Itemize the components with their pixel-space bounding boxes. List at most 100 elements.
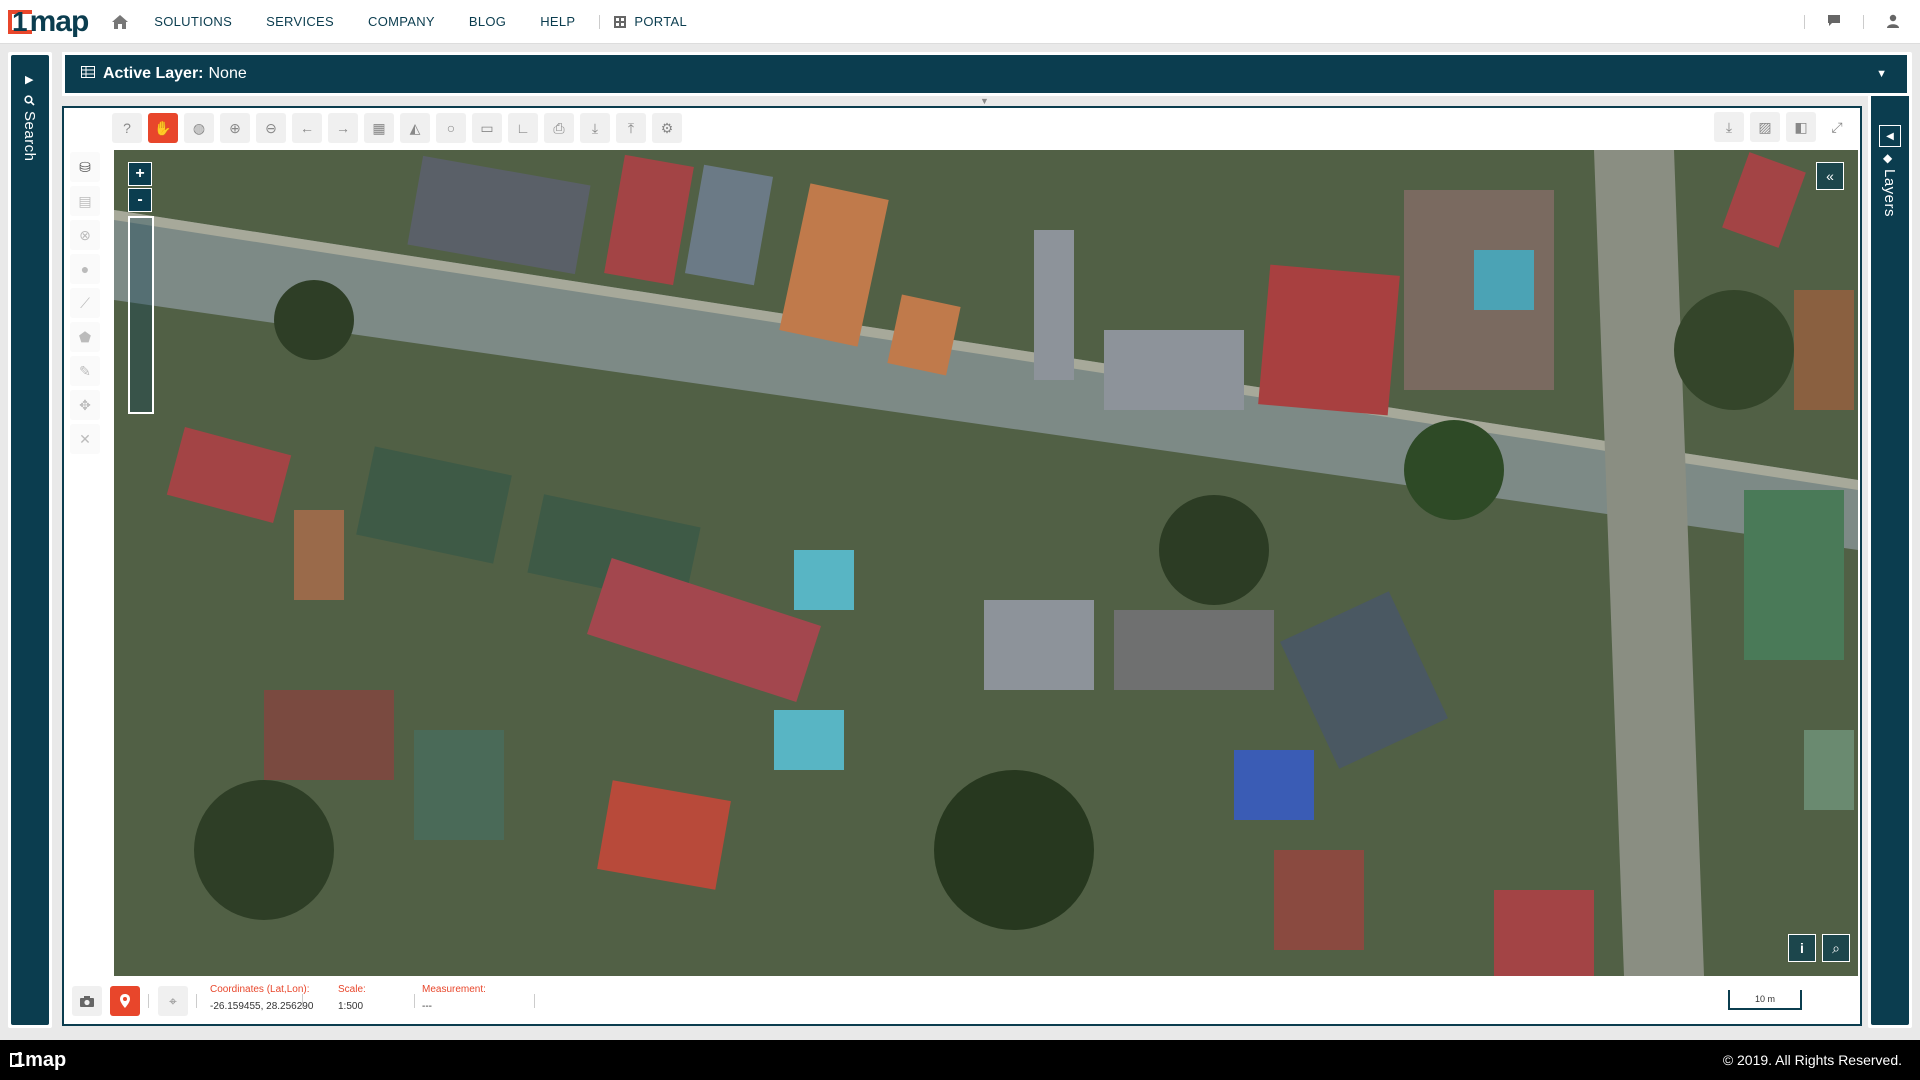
aerial-map[interactable]: + - « i ⌕ — [114, 150, 1858, 976]
scale-value: 1:500 — [338, 1001, 364, 1012]
chat-icon[interactable] — [1827, 14, 1841, 30]
edit-pencil-icon[interactable]: ✎ — [70, 356, 100, 386]
pan-hand-icon[interactable]: ✋ — [148, 113, 178, 143]
zoom-slider[interactable] — [128, 216, 154, 414]
grid-icon[interactable]: ▦ — [364, 113, 394, 143]
draw-polygon-icon[interactable]: ⬟ — [70, 322, 100, 352]
layers-icon: ◆ — [1883, 151, 1893, 165]
download-icon[interactable]: ⤓ — [580, 113, 610, 143]
collapse-arrow-icon[interactable]: ◀ — [1879, 125, 1901, 147]
print-icon[interactable]: ⎙ — [544, 113, 574, 143]
top-navigation: 1 map SOLUTIONS SERVICES COMPANY BLOG HE… — [0, 0, 1920, 44]
search-icon — [24, 93, 35, 111]
logo-number: 1 — [12, 5, 28, 37]
map-icon[interactable]: ▤ — [70, 186, 100, 216]
status-bar: ⌖ Coordinates (Lat,Lon): -26.159455, 28.… — [64, 978, 1860, 1024]
binoculars-icon[interactable]: ⛁ — [70, 152, 100, 182]
scale-bar: 10 m — [1728, 990, 1802, 1010]
split-view-icon[interactable]: ◧ — [1786, 112, 1816, 142]
logo[interactable]: 1 map — [8, 0, 90, 44]
user-area — [1804, 0, 1900, 44]
home-icon[interactable] — [110, 12, 130, 32]
measurement-value: --- — [422, 1001, 432, 1012]
coordinates-label: Coordinates (Lat,Lon): — [210, 984, 310, 995]
back-icon[interactable]: ← — [292, 113, 322, 143]
nav-portal[interactable]: PORTAL — [614, 14, 687, 29]
copyright-text: © 2019. All Rights Reserved. — [1722, 1052, 1902, 1068]
logo-text: map — [29, 4, 90, 38]
footer-logo-text: 1map — [14, 1048, 67, 1071]
active-layer-bar[interactable]: Active Layer: None ▼ — [62, 52, 1910, 96]
dropdown-arrow-icon[interactable]: ▼ — [1876, 68, 1887, 80]
map-frame: ? ✋ ◍ ⊕ ⊖ ← → ▦ ◭ ○ ▭ ∟ ⎙ ⤓ ⤒ ⚙ ⤓ ▨ ◧ ⤢ … — [62, 106, 1862, 1026]
upload-icon[interactable]: ⤒ — [616, 113, 646, 143]
zoom-out-button[interactable]: - — [128, 188, 152, 212]
active-layer-prefix: Active Layer: — [103, 65, 204, 82]
attach-icon[interactable]: ⌕ — [1822, 934, 1850, 962]
zoom-in-button[interactable]: + — [128, 162, 152, 186]
divider — [196, 994, 197, 1008]
download-icon[interactable]: ⤓ — [1714, 112, 1744, 142]
layers-panel-body: ◀ ◆ Layers — [1871, 55, 1909, 1025]
scale-readout: Scale: 1:500 — [338, 984, 366, 1012]
expand-arrow-icon[interactable]: ▶ — [25, 73, 33, 86]
camera-icon[interactable] — [72, 986, 102, 1016]
nav-help[interactable]: HELP — [540, 14, 575, 29]
divider — [302, 994, 303, 1008]
layers-label[interactable]: Layers — [1881, 169, 1898, 217]
location-pin-icon[interactable] — [110, 986, 140, 1016]
clear-icon[interactable]: ⊗ — [70, 220, 100, 250]
help-icon[interactable]: ? — [112, 113, 142, 143]
nav-solutions[interactable]: SOLUTIONS — [154, 14, 232, 29]
aerial-imagery — [114, 150, 1858, 976]
collapse-handle-icon[interactable]: ▼ — [980, 96, 989, 106]
zoom-out-icon[interactable]: ⊖ — [256, 113, 286, 143]
forward-icon[interactable]: → — [328, 113, 358, 143]
circle-icon[interactable]: ○ — [436, 113, 466, 143]
expand-icon[interactable]: ⤢ — [1822, 112, 1852, 142]
collapse-panel-button[interactable]: « — [1816, 162, 1844, 190]
settings-icon[interactable]: ⚙ — [652, 113, 682, 143]
image-icon[interactable]: ▨ — [1750, 112, 1780, 142]
ruler-icon[interactable]: ▭ — [472, 113, 502, 143]
measurement-readout: Measurement: --- — [422, 984, 486, 1012]
measurement-label: Measurement: — [422, 984, 486, 995]
search-label[interactable]: Search — [21, 111, 38, 162]
coordinates-readout: Coordinates (Lat,Lon): -26.159455, 28.25… — [210, 984, 313, 1012]
user-icon[interactable] — [1886, 14, 1900, 31]
coordinates-value: -26.159455, 28.256290 — [210, 1001, 314, 1012]
active-layer-body: Active Layer: None ▼ — [65, 55, 1907, 93]
crosshair-icon[interactable]: ⌖ — [158, 986, 188, 1016]
map-toolbar-right: ⤓ ▨ ◧ ⤢ — [1714, 112, 1852, 142]
active-layer-value: None — [208, 65, 247, 82]
divider — [148, 994, 149, 1008]
area-chart-icon[interactable]: ◭ — [400, 113, 430, 143]
table-icon — [81, 65, 95, 83]
layers-panel[interactable]: ◀ ◆ Layers — [1868, 52, 1912, 1028]
move-icon[interactable]: ✥ — [70, 390, 100, 420]
draw-line-icon[interactable]: ⟋ — [70, 288, 100, 318]
zoom-controls: + - — [128, 162, 152, 212]
divider — [1804, 15, 1805, 29]
delete-icon[interactable]: ✕ — [70, 424, 100, 454]
nav-services[interactable]: SERVICES — [266, 14, 334, 29]
zoom-in-icon[interactable]: ⊕ — [220, 113, 250, 143]
divider — [534, 994, 535, 1008]
divider — [1863, 15, 1864, 29]
portal-label: PORTAL — [634, 14, 688, 29]
drawing-tools: ⛁ ▤ ⊗ ● ⟋ ⬟ ✎ ✥ ✕ — [70, 152, 102, 454]
search-panel[interactable]: ▶ Search — [8, 52, 52, 1028]
map-toolbar: ? ✋ ◍ ⊕ ⊖ ← → ▦ ◭ ○ ▭ ∟ ⎙ ⤓ ⤒ ⚙ — [112, 112, 682, 144]
scale-label: Scale: — [338, 984, 366, 995]
nav-company[interactable]: COMPANY — [368, 14, 435, 29]
nav-blog[interactable]: BLOG — [469, 14, 506, 29]
divider — [414, 994, 415, 1008]
footer-logo[interactable]: 1map — [10, 1049, 66, 1072]
footer: 1map © 2019. All Rights Reserved. — [0, 1040, 1920, 1080]
draw-circle-icon[interactable]: ● — [70, 254, 100, 284]
angle-icon[interactable]: ∟ — [508, 113, 538, 143]
globe-icon[interactable]: ◍ — [184, 113, 214, 143]
nav-divider — [599, 14, 601, 29]
search-panel-body: ▶ Search — [11, 55, 49, 1025]
info-button[interactable]: i — [1788, 934, 1816, 962]
